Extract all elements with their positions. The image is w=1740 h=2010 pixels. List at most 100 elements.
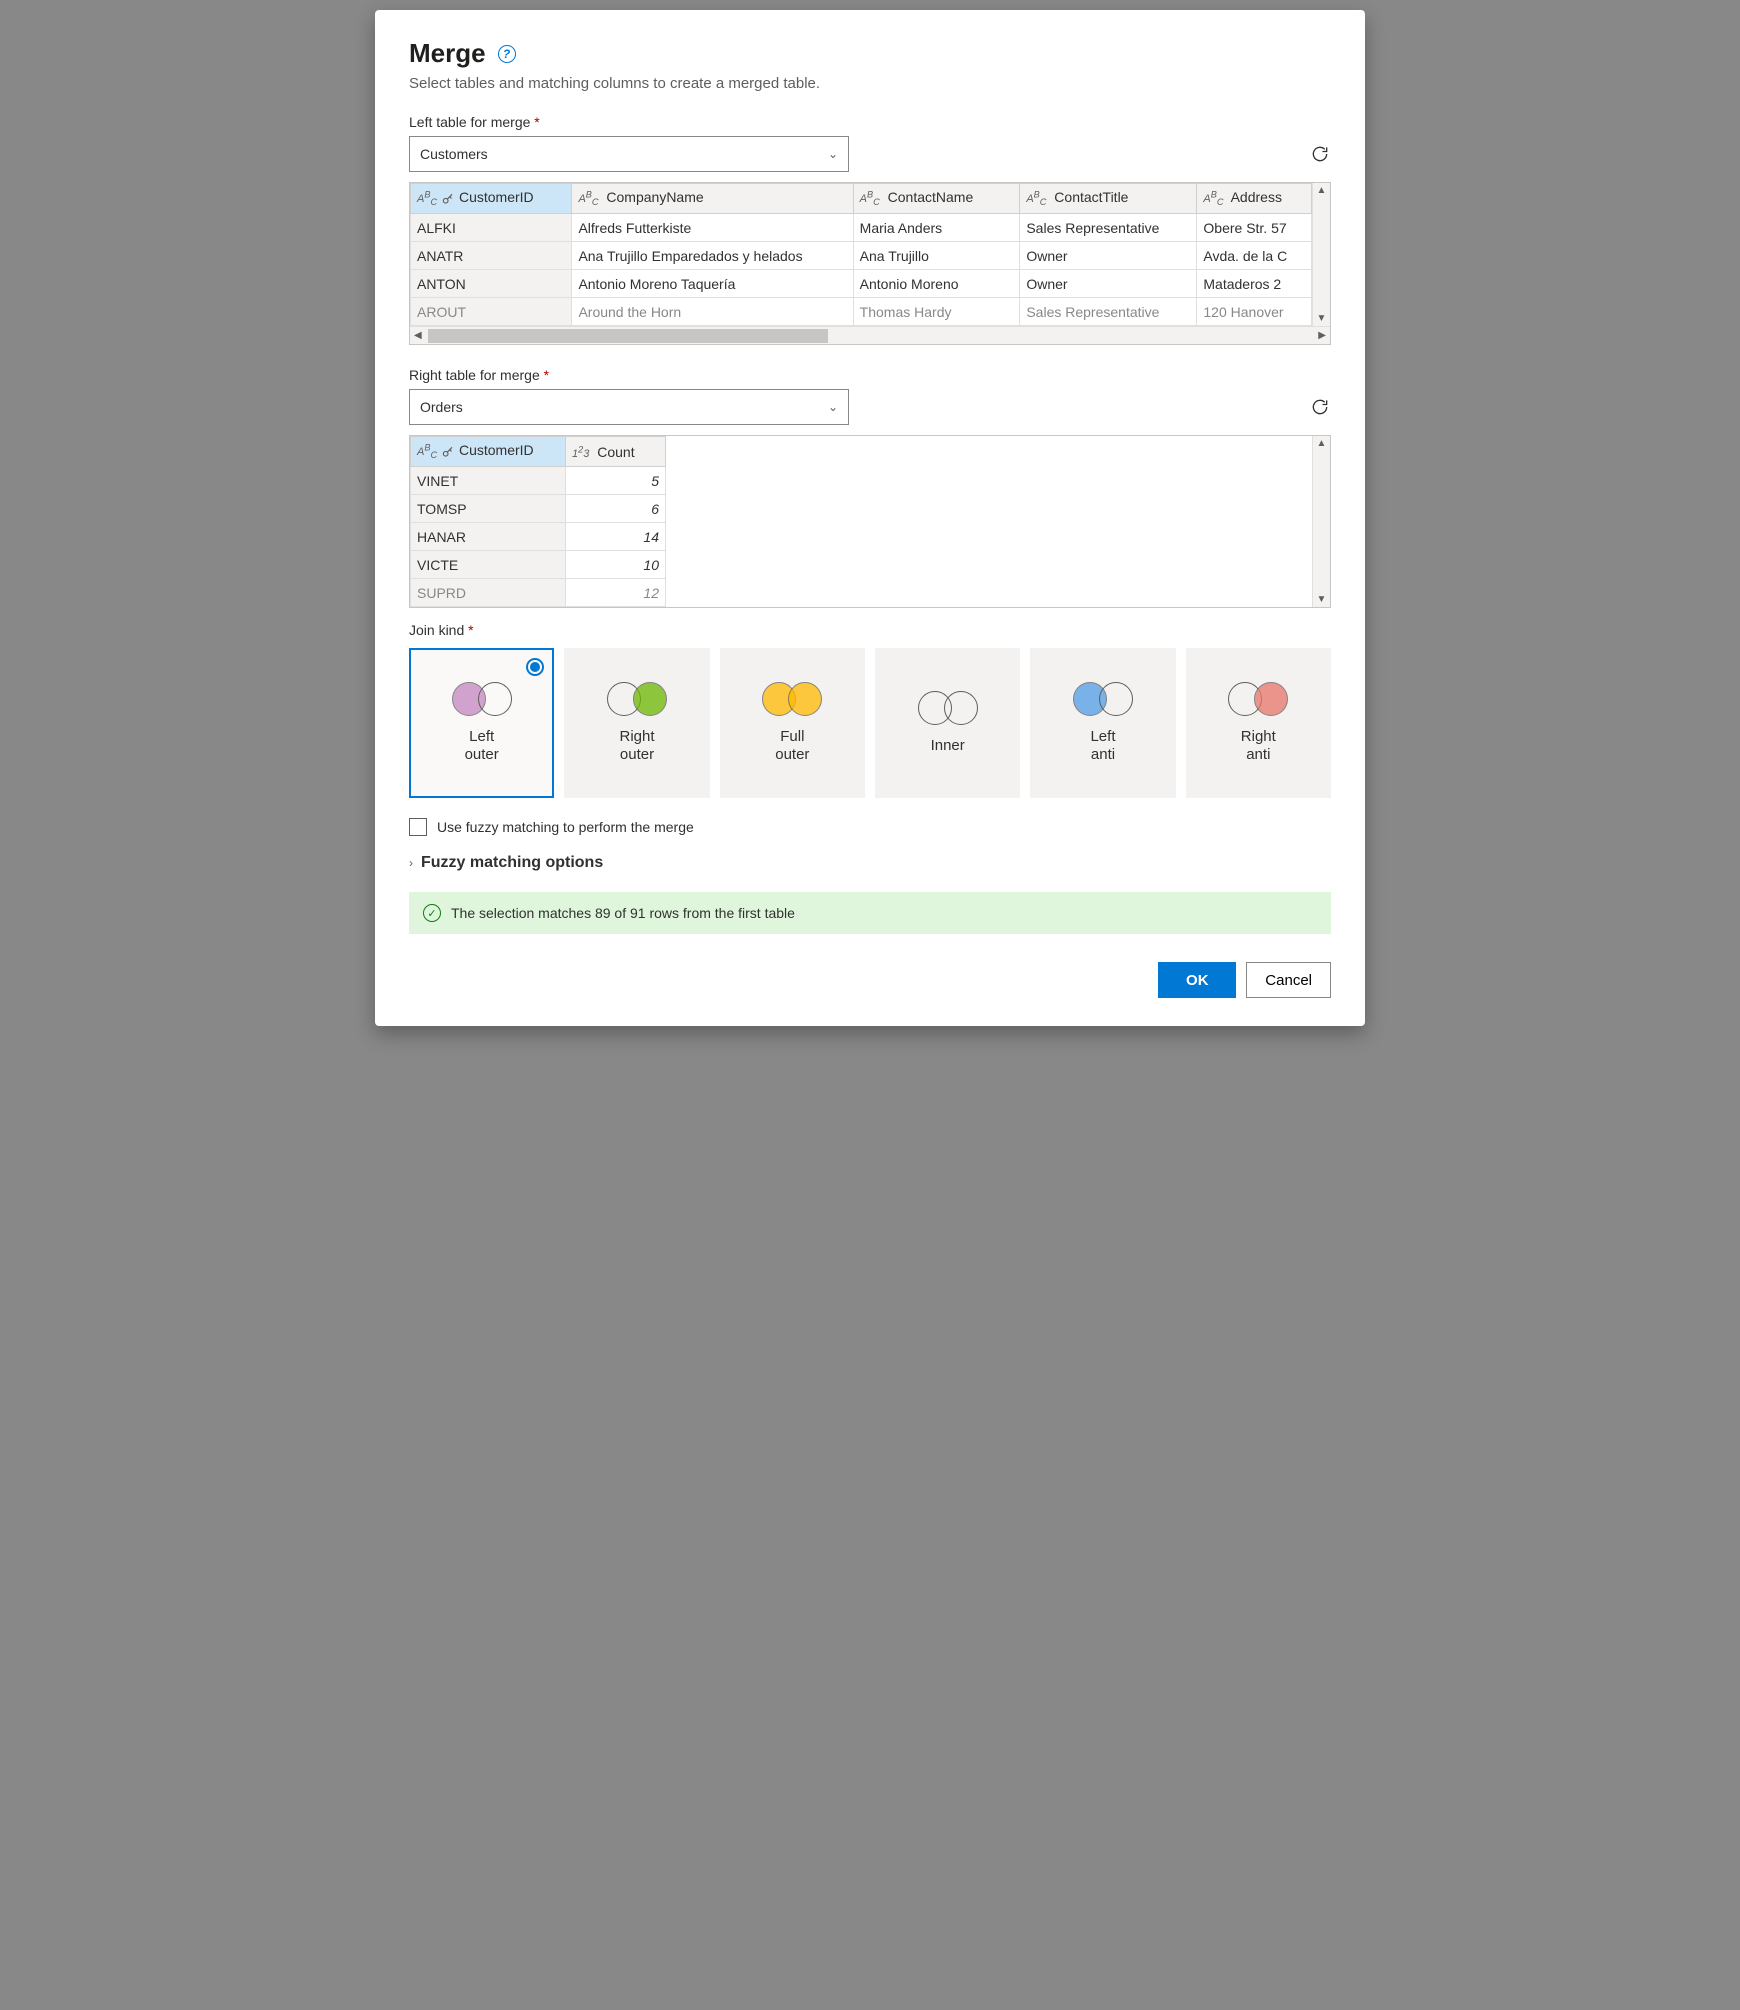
cancel-button[interactable]: Cancel	[1246, 962, 1331, 998]
table-cell: Ana Trujillo	[853, 242, 1020, 270]
join-tile-label: Leftanti	[1090, 728, 1115, 764]
table-cell: 14	[566, 523, 666, 551]
venn-icon	[452, 682, 512, 718]
join-tile-left-outer[interactable]: Leftouter	[409, 648, 554, 798]
fuzzy-matching-label: Use fuzzy matching to perform the merge	[437, 819, 694, 835]
table-cell: VINET	[411, 467, 566, 495]
join-tile-full-outer[interactable]: Fullouter	[720, 648, 865, 798]
scroll-down-icon[interactable]: ▼	[1317, 311, 1327, 326]
table-row[interactable]: HANAR14	[411, 523, 666, 551]
merge-dialog: Merge ? Select tables and matching colum…	[375, 10, 1365, 1026]
fuzzy-matching-checkbox[interactable]	[409, 818, 427, 836]
column-header[interactable]: ABC CustomerID	[411, 184, 572, 214]
table-cell: 6	[566, 495, 666, 523]
help-icon[interactable]: ?	[498, 45, 516, 63]
ok-button[interactable]: OK	[1158, 962, 1236, 998]
table-cell: ANATR	[411, 242, 572, 270]
chevron-right-icon: ›	[409, 856, 413, 870]
scrollbar-thumb[interactable]	[428, 329, 828, 343]
scroll-left-icon[interactable]: ◀	[410, 330, 426, 341]
venn-icon	[1228, 682, 1288, 718]
table-cell: HANAR	[411, 523, 566, 551]
table-cell: Owner	[1020, 242, 1197, 270]
join-kind-tiles: Leftouter Rightouter Fullouter Inner Leftant…	[409, 648, 1331, 798]
venn-icon	[918, 691, 978, 727]
table-cell: Mataderos 2	[1197, 270, 1312, 298]
table-row[interactable]: VINET5	[411, 467, 666, 495]
dialog-title: Merge	[409, 38, 486, 69]
table-cell: ANTON	[411, 270, 572, 298]
table-cell: Thomas Hardy	[853, 298, 1020, 326]
table-row[interactable]: ANATRAna Trujillo Emparedados y heladosA…	[411, 242, 1312, 270]
table-row[interactable]: TOMSP6	[411, 495, 666, 523]
join-tile-label: Fullouter	[775, 728, 809, 764]
table-row[interactable]: AROUTAround the HornThomas HardySales Re…	[411, 298, 1312, 326]
refresh-icon[interactable]	[1309, 396, 1331, 418]
table-cell: Around the Horn	[572, 298, 853, 326]
column-header[interactable]: ABC Address	[1197, 184, 1312, 214]
table-cell: ALFKI	[411, 214, 572, 242]
table-cell: Sales Representative	[1020, 298, 1197, 326]
column-header[interactable]: ABC CompanyName	[572, 184, 853, 214]
table-cell: Maria Anders	[853, 214, 1020, 242]
vertical-scrollbar[interactable]: ▲ ▼	[1312, 183, 1330, 326]
venn-icon	[607, 682, 667, 718]
left-table-label: Left table for merge *	[409, 114, 1331, 130]
venn-icon	[762, 682, 822, 718]
table-cell: AROUT	[411, 298, 572, 326]
column-header[interactable]: ABC CustomerID	[411, 437, 566, 467]
table-row[interactable]: SUPRD12	[411, 579, 666, 607]
venn-icon	[1073, 682, 1133, 718]
table-cell: VICTE	[411, 551, 566, 579]
table-cell: 12	[566, 579, 666, 607]
join-tile-left-anti[interactable]: Leftanti	[1030, 648, 1175, 798]
radio-icon	[526, 658, 544, 676]
column-header[interactable]: ABC ContactName	[853, 184, 1020, 214]
left-table-dropdown[interactable]: Customers ⌄	[409, 136, 849, 172]
horizontal-scrollbar[interactable]: ◀ ▶	[410, 326, 1330, 344]
table-row[interactable]: ANTONAntonio Moreno TaqueríaAntonio More…	[411, 270, 1312, 298]
dialog-subtitle: Select tables and matching columns to cr…	[409, 75, 1331, 92]
left-table-preview: ABC CustomerIDABC CompanyNameABC Contact…	[409, 182, 1331, 345]
table-cell: Obere Str. 57	[1197, 214, 1312, 242]
right-table-label: Right table for merge *	[409, 367, 1331, 383]
join-kind-label: Join kind *	[409, 622, 1331, 638]
table-row[interactable]: VICTE10	[411, 551, 666, 579]
table-cell: Antonio Moreno Taquería	[572, 270, 853, 298]
table-cell: Owner	[1020, 270, 1197, 298]
table-cell: Antonio Moreno	[853, 270, 1020, 298]
status-text: The selection matches 89 of 91 rows from…	[451, 905, 795, 921]
table-cell: Alfreds Futterkiste	[572, 214, 853, 242]
join-tile-right-anti[interactable]: Rightanti	[1186, 648, 1331, 798]
table-cell: TOMSP	[411, 495, 566, 523]
table-cell: Avda. de la C	[1197, 242, 1312, 270]
join-tile-inner[interactable]: Inner	[875, 648, 1020, 798]
chevron-down-icon: ⌄	[828, 147, 838, 161]
scroll-right-icon[interactable]: ▶	[1314, 330, 1330, 341]
table-cell: Sales Representative	[1020, 214, 1197, 242]
table-cell: 10	[566, 551, 666, 579]
scroll-up-icon[interactable]: ▲	[1317, 183, 1327, 198]
table-cell: 120 Hanover	[1197, 298, 1312, 326]
join-tile-label: Inner	[931, 737, 965, 755]
join-tile-right-outer[interactable]: Rightouter	[564, 648, 709, 798]
refresh-icon[interactable]	[1309, 143, 1331, 165]
checkmark-icon: ✓	[423, 904, 441, 922]
match-status-banner: ✓ The selection matches 89 of 91 rows fr…	[409, 892, 1331, 934]
scroll-down-icon[interactable]: ▼	[1317, 592, 1327, 607]
chevron-down-icon: ⌄	[828, 400, 838, 414]
right-table-preview: ABC CustomerID123 Count VINET5TOMSP6HANA…	[409, 435, 1331, 608]
table-cell: SUPRD	[411, 579, 566, 607]
scroll-up-icon[interactable]: ▲	[1317, 436, 1327, 451]
join-tile-label: Rightouter	[619, 728, 654, 764]
right-table-dropdown[interactable]: Orders ⌄	[409, 389, 849, 425]
table-cell: 5	[566, 467, 666, 495]
table-cell: Ana Trujillo Emparedados y helados	[572, 242, 853, 270]
table-row[interactable]: ALFKIAlfreds FutterkisteMaria AndersSale…	[411, 214, 1312, 242]
vertical-scrollbar[interactable]: ▲ ▼	[1312, 436, 1330, 607]
join-tile-label: Rightanti	[1241, 728, 1276, 764]
join-tile-label: Leftouter	[465, 728, 499, 764]
fuzzy-options-expander[interactable]: › Fuzzy matching options	[409, 854, 1331, 872]
column-header[interactable]: 123 Count	[566, 437, 666, 467]
column-header[interactable]: ABC ContactTitle	[1020, 184, 1197, 214]
